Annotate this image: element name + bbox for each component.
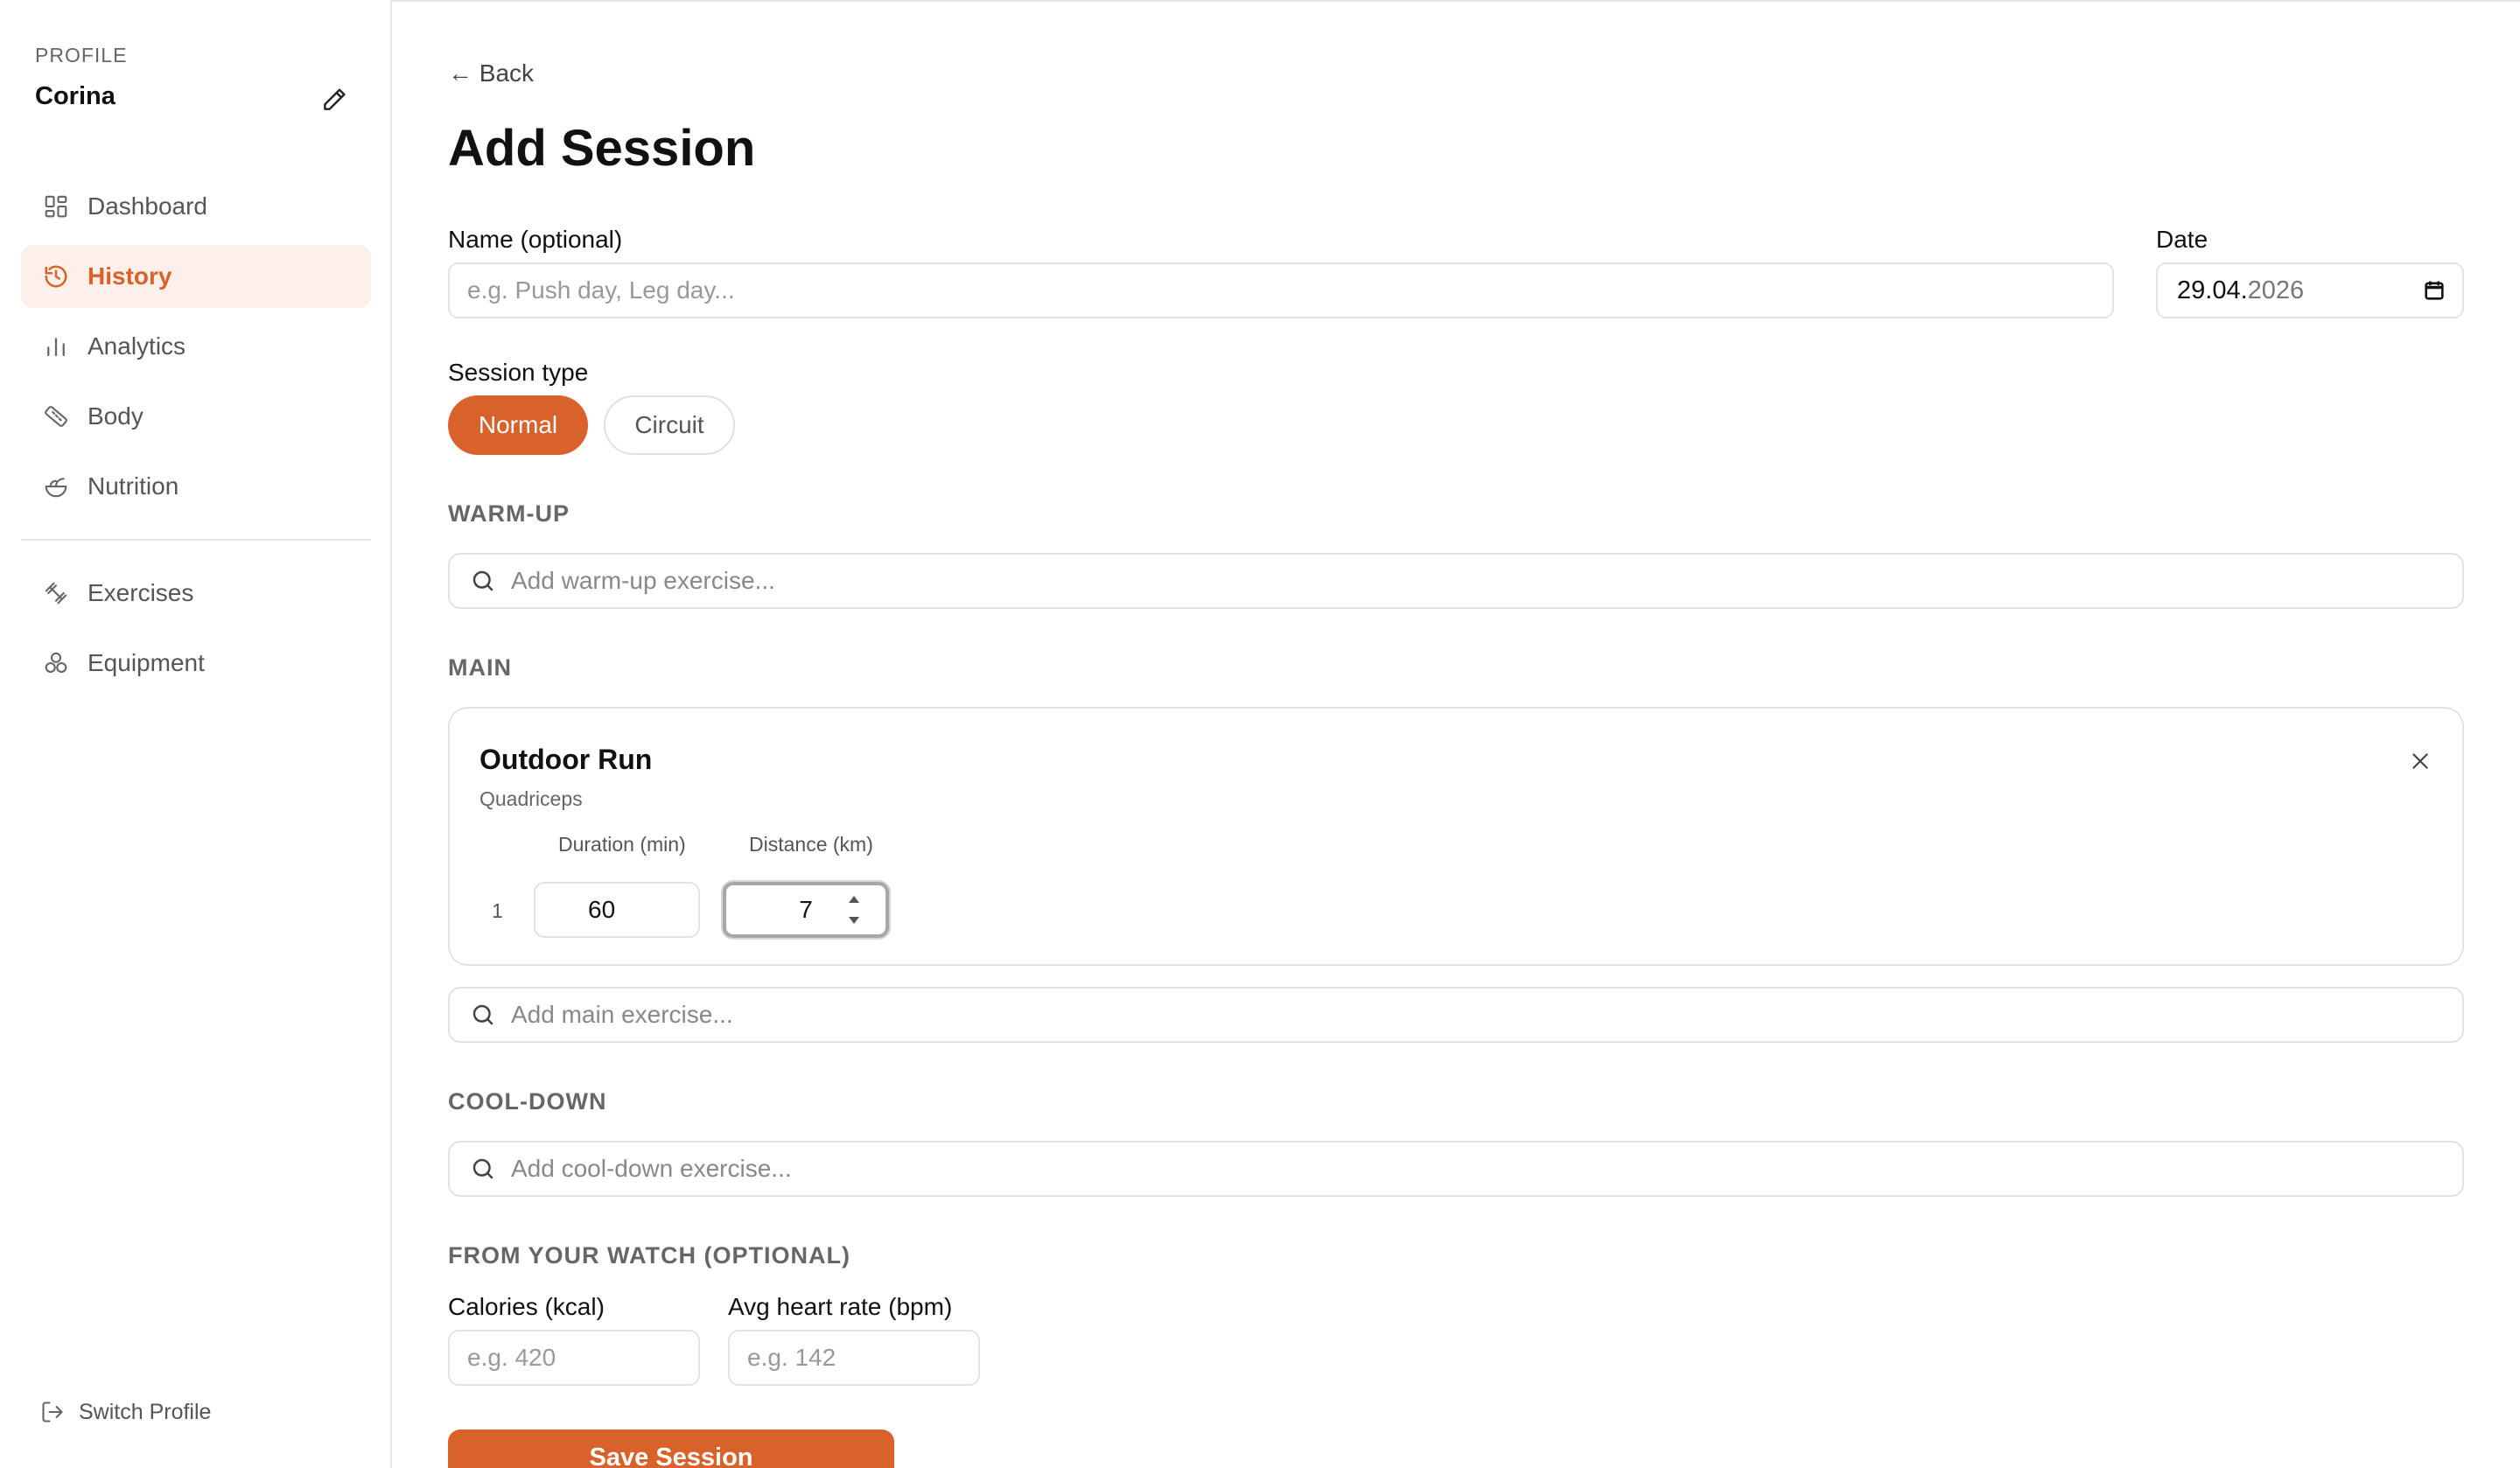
close-icon <box>2412 753 2428 769</box>
profile-name: Corina <box>35 82 116 110</box>
sidebar-item-label: Dashboard <box>88 192 207 220</box>
name-label: Name (optional) <box>448 226 623 253</box>
sidebar-item-label: Analytics <box>88 332 186 360</box>
date-day-month: 29.04. <box>2177 276 2248 304</box>
search-icon <box>469 1001 497 1029</box>
sidebar-item-label: Body <box>88 402 144 430</box>
calendar-icon[interactable] <box>2422 278 2446 303</box>
dumbbell-icon <box>42 579 70 607</box>
warmup-heading: WARM-UP <box>448 500 570 527</box>
distance-column-label: Distance (km) <box>749 833 873 856</box>
warmup-search-input[interactable] <box>511 567 2261 595</box>
main-heading: MAIN <box>448 654 512 681</box>
distance-stepper[interactable] <box>845 894 863 926</box>
sidebar-item-body[interactable]: Body <box>21 385 371 448</box>
session-type-label: Session type <box>448 359 589 386</box>
salad-bowl-icon <box>42 472 70 500</box>
watch-heading: FROM YOUR WATCH (OPTIONAL) <box>448 1242 850 1269</box>
pencil-icon <box>324 88 346 110</box>
exercise-muscle: Quadriceps <box>480 787 583 810</box>
logout-icon <box>38 1398 66 1426</box>
cooldown-search-input[interactable] <box>511 1155 2261 1183</box>
profile-label: PROFILE <box>35 44 128 66</box>
remove-exercise-button[interactable] <box>2404 745 2436 777</box>
sidebar: PROFILE Corina Dashboard History Analyti… <box>0 0 392 1468</box>
switch-profile-button[interactable]: Switch Profile <box>38 1398 211 1426</box>
switch-profile-label: Switch Profile <box>79 1399 212 1424</box>
heart-rate-input[interactable] <box>728 1330 980 1386</box>
sidebar-item-analytics[interactable]: Analytics <box>21 315 371 378</box>
main-search[interactable] <box>448 987 2464 1043</box>
exercise-card: Outdoor Run Quadriceps Duration (min) Di… <box>448 707 2464 966</box>
nav-divider <box>21 539 371 541</box>
cooldown-search[interactable] <box>448 1141 2464 1197</box>
date-label: Date <box>2156 226 2208 253</box>
primary-nav: Dashboard History Analytics Body Nutriti… <box>21 175 371 525</box>
main-content: ← Back Add Session Name (optional) Date … <box>448 0 2464 1468</box>
date-year: 2026 <box>2247 276 2305 304</box>
chevron-down-icon[interactable] <box>847 915 861 926</box>
sidebar-item-equipment[interactable]: Equipment <box>21 632 371 695</box>
session-type-circuit[interactable]: Circuit <box>604 395 735 455</box>
save-session-button[interactable]: Save Session <box>448 1430 894 1468</box>
secondary-nav: Exercises Equipment <box>21 562 371 702</box>
page-title: Add Session <box>448 120 756 177</box>
sidebar-item-label: Nutrition <box>88 472 179 500</box>
search-icon <box>469 1155 497 1183</box>
duration-column-label: Duration (min) <box>558 833 686 856</box>
exercise-name: Outdoor Run <box>480 744 653 775</box>
back-link[interactable]: ← Back <box>448 59 534 87</box>
sidebar-item-label: History <box>88 262 172 290</box>
tape-measure-icon <box>42 402 70 430</box>
sidebar-item-label: Equipment <box>88 649 205 676</box>
sidebar-item-exercises[interactable]: Exercises <box>21 562 371 625</box>
set-number: 1 <box>492 899 503 922</box>
chevron-up-icon[interactable] <box>847 894 861 905</box>
heart-rate-label: Avg heart rate (bpm) <box>728 1293 953 1320</box>
calories-input[interactable] <box>448 1330 700 1386</box>
sidebar-item-nutrition[interactable]: Nutrition <box>21 455 371 518</box>
distance-input[interactable] <box>723 882 889 938</box>
duration-input[interactable] <box>534 882 700 938</box>
edit-profile-button[interactable] <box>317 82 352 117</box>
sidebar-item-dashboard[interactable]: Dashboard <box>21 175 371 238</box>
weights-icon <box>42 649 70 677</box>
history-icon <box>42 262 70 290</box>
sidebar-item-history[interactable]: History <box>21 245 371 308</box>
sidebar-item-label: Exercises <box>88 579 194 606</box>
warmup-search[interactable] <box>448 553 2464 609</box>
analytics-icon <box>42 332 70 360</box>
date-input[interactable]: 29.04. 2026 <box>2156 262 2464 318</box>
session-type-normal[interactable]: Normal <box>448 395 588 455</box>
calories-label: Calories (kcal) <box>448 1293 605 1320</box>
session-name-input[interactable] <box>448 262 2114 318</box>
cooldown-heading: COOL-DOWN <box>448 1088 607 1115</box>
main-search-input[interactable] <box>511 1001 2261 1029</box>
search-icon <box>469 567 497 595</box>
dashboard-icon <box>42 192 70 220</box>
